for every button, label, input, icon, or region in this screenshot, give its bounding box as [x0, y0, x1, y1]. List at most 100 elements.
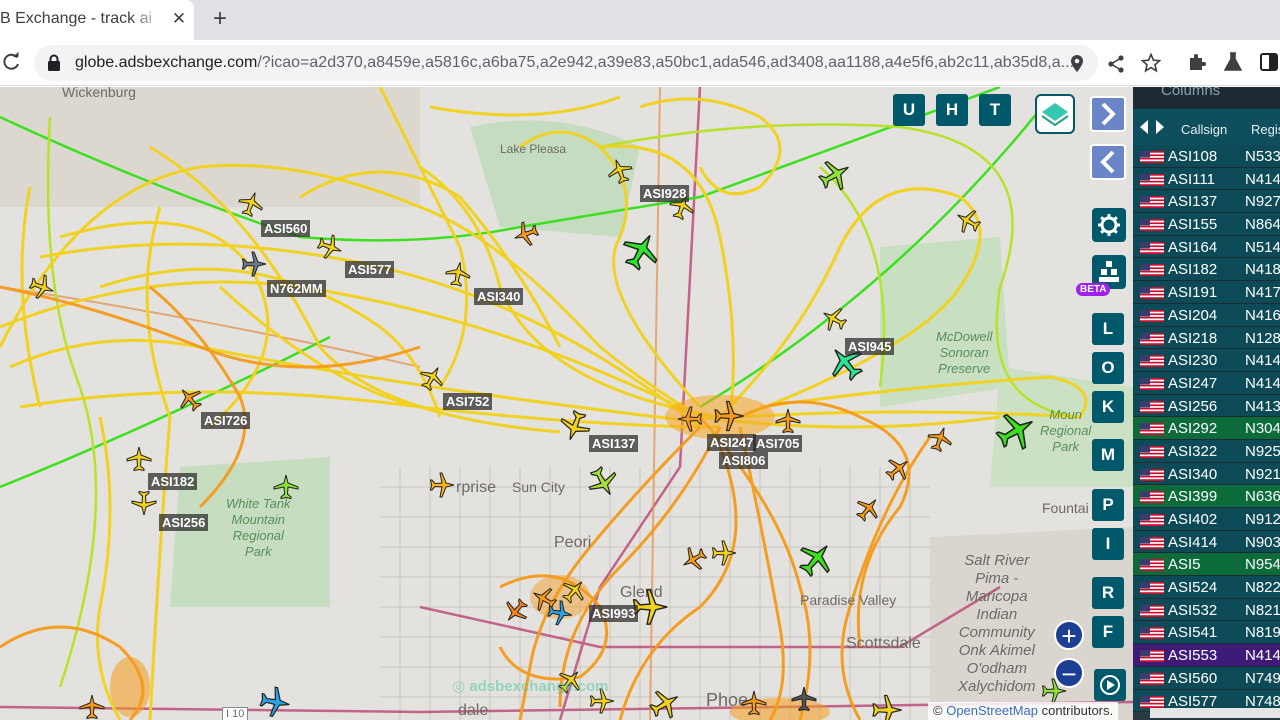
lock-icon[interactable] — [46, 54, 62, 72]
aircraft-icon[interactable] — [444, 260, 472, 288]
aircraft-icon[interactable] — [884, 455, 912, 483]
table-row[interactable]: ASI541 N819 — [1133, 621, 1280, 645]
aircraft-icon[interactable] — [994, 409, 1038, 453]
aircraft-icon[interactable] — [680, 545, 708, 573]
aircraft-icon[interactable] — [418, 364, 446, 392]
h-button[interactable]: H — [936, 94, 968, 126]
aircraft-icon[interactable] — [710, 539, 738, 567]
t-button[interactable]: T — [979, 94, 1011, 126]
zoom-out-button[interactable]: − — [1054, 658, 1084, 688]
extensions-icon[interactable] — [1186, 51, 1208, 73]
aircraft-icon[interactable] — [606, 157, 634, 185]
aircraft-icon[interactable] — [28, 273, 56, 301]
table-row[interactable]: ASI111 N414 — [1133, 167, 1280, 191]
aircraft-icon[interactable] — [774, 407, 802, 435]
k-button[interactable]: K — [1092, 391, 1124, 423]
labs-flask-icon[interactable] — [1222, 51, 1244, 73]
table-row[interactable]: ASI414 N903 — [1133, 530, 1280, 554]
aircraft-icon[interactable] — [796, 539, 836, 579]
location-pin-icon[interactable] — [1067, 54, 1087, 74]
columns-button[interactable]: Columns — [1161, 87, 1220, 99]
openstreetmap-link[interactable]: OpenStreetMap — [946, 703, 1038, 718]
aircraft-label[interactable]: ASI705 — [753, 435, 803, 452]
collapse-sidebar-button[interactable] — [1090, 144, 1126, 180]
aircraft-icon[interactable] — [512, 220, 540, 248]
table-row[interactable]: ASI560 N749 — [1133, 666, 1280, 690]
aircraft-icon[interactable] — [502, 597, 530, 625]
table-row[interactable]: ASI340 N921 — [1133, 462, 1280, 486]
table-row[interactable]: ASI553 N414 — [1133, 644, 1280, 667]
aircraft-label[interactable]: ASI247 — [707, 434, 757, 451]
reload-icon[interactable] — [0, 51, 22, 73]
aircraft-label[interactable]: ASI560 — [261, 220, 311, 237]
table-row[interactable]: ASI191 N417 — [1133, 281, 1280, 304]
aircraft-icon[interactable] — [712, 399, 746, 433]
bookmark-star-icon[interactable] — [1141, 53, 1161, 73]
aircraft-icon[interactable] — [586, 465, 620, 499]
table-row[interactable]: ASI399 N636 — [1133, 485, 1280, 508]
table-row[interactable]: ASI256 N413 — [1133, 394, 1280, 418]
aircraft-label[interactable]: ASI577 — [345, 261, 395, 278]
aircraft-icon[interactable] — [125, 445, 153, 473]
table-row[interactable]: ASI5 N954 — [1133, 553, 1280, 577]
new-tab-button[interactable]: + — [208, 7, 232, 32]
aircraft-icon[interactable] — [237, 190, 265, 218]
o-button[interactable]: O — [1092, 352, 1124, 384]
table-row[interactable]: ASI230 N414 — [1133, 349, 1280, 372]
aircraft-label[interactable]: ASI256 — [159, 514, 209, 531]
aircraft-icon[interactable] — [854, 495, 882, 523]
aircraft-icon[interactable] — [240, 250, 268, 278]
p-button[interactable]: P — [1092, 489, 1124, 521]
address-bar[interactable]: globe.adsbexchange.com/?icao=a2d370,a845… — [34, 45, 1098, 81]
i-button[interactable]: I — [1092, 528, 1124, 560]
table-row[interactable]: ASI402 N912 — [1133, 508, 1280, 531]
aircraft-label[interactable]: ASI137 — [589, 435, 639, 452]
f-button[interactable]: F — [1092, 616, 1124, 648]
table-row[interactable]: ASI524 N822 — [1133, 576, 1280, 599]
table-row[interactable]: ASI247 N414 — [1133, 371, 1280, 395]
zoom-in-button[interactable]: + — [1054, 620, 1084, 650]
aircraft-icon[interactable] — [316, 233, 344, 261]
aircraft-icon[interactable] — [78, 693, 106, 720]
table-row[interactable]: ASI137 N927 — [1133, 190, 1280, 214]
aircraft-label[interactable]: ASI726 — [201, 412, 251, 429]
tab-close-icon[interactable]: ✕ — [170, 10, 188, 28]
resize-arrows-icon[interactable] — [1137, 115, 1167, 139]
aircraft-icon[interactable] — [176, 385, 204, 413]
horizontal-scrollbar[interactable] — [1150, 708, 1280, 718]
aircraft-icon[interactable] — [740, 689, 768, 717]
u-button[interactable]: U — [893, 94, 925, 126]
l-button[interactable]: L — [1092, 313, 1124, 345]
url-text[interactable]: globe.adsbexchange.com/?icao=a2d370,a845… — [75, 54, 1075, 72]
layers-button[interactable] — [1035, 94, 1075, 134]
aircraft-label[interactable]: ASI182 — [148, 473, 198, 490]
table-row[interactable]: ASI182 N418 — [1133, 258, 1280, 282]
table-row[interactable]: ASI108 N533 — [1133, 145, 1280, 168]
table-row[interactable]: ASI532 N821 — [1133, 598, 1280, 622]
table-row[interactable]: ASI164 N514 — [1133, 235, 1280, 259]
aircraft-icon[interactable] — [428, 471, 456, 499]
side-panel-icon[interactable] — [1258, 51, 1280, 73]
flight-map[interactable]: Wickenburg Lake Pleasa Sun City rprise P… — [0, 87, 1133, 720]
m-button[interactable]: M — [1092, 439, 1124, 471]
aircraft-icon[interactable] — [790, 685, 818, 713]
aircraft-icon[interactable] — [676, 405, 704, 433]
table-row[interactable]: ASI155 N864 — [1133, 213, 1280, 236]
aircraft-icon[interactable] — [648, 687, 682, 720]
aircraft-icon[interactable] — [560, 577, 588, 605]
aircraft-icon[interactable] — [820, 305, 848, 333]
aircraft-label[interactable]: ASI806 — [719, 452, 769, 469]
aircraft-icon[interactable] — [272, 473, 300, 501]
aircraft-icon[interactable] — [258, 685, 292, 719]
aircraft-icon[interactable] — [620, 230, 662, 272]
table-row[interactable]: ASI322 N925 — [1133, 439, 1280, 463]
aircraft-icon[interactable] — [817, 157, 853, 193]
replay-button[interactable] — [1094, 669, 1126, 701]
header-registration[interactable]: Regis — [1251, 122, 1280, 137]
share-icon[interactable] — [1106, 54, 1126, 74]
aircraft-label[interactable]: ASI340 — [474, 288, 524, 305]
aircraft-icon[interactable] — [954, 207, 982, 235]
aircraft-icon[interactable] — [558, 409, 592, 443]
aircraft-icon[interactable] — [130, 489, 158, 517]
table-row[interactable]: ASI218 N128 — [1133, 326, 1280, 350]
